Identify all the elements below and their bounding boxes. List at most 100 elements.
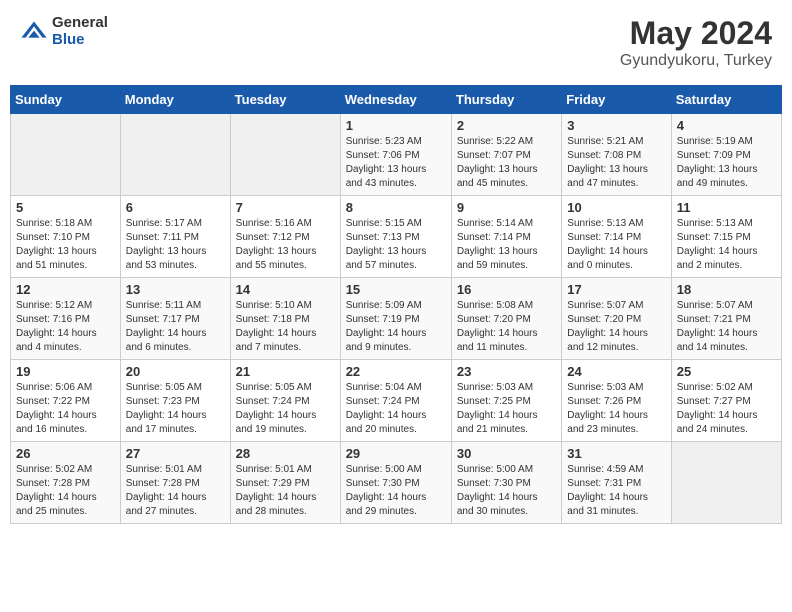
weekday-header-tuesday: Tuesday bbox=[230, 86, 340, 114]
calendar-week-row: 1 Sunrise: 5:23 AM Sunset: 7:06 PM Daylig… bbox=[11, 114, 782, 196]
calendar-cell: 16 Sunrise: 5:08 AM Sunset: 7:20 PM Dayli… bbox=[451, 278, 561, 360]
weekday-header-sunday: Sunday bbox=[11, 86, 121, 114]
day-info: Sunrise: 5:03 AM Sunset: 7:25 PM Dayligh… bbox=[457, 381, 556, 437]
calendar-cell: 26 Sunrise: 5:02 AM Sunset: 7:28 PM Dayli… bbox=[11, 442, 121, 524]
day-number: 26 bbox=[16, 446, 115, 461]
calendar-cell bbox=[230, 114, 340, 196]
day-info: Sunrise: 5:10 AM Sunset: 7:18 PM Dayligh… bbox=[236, 299, 335, 355]
calendar-cell: 1 Sunrise: 5:23 AM Sunset: 7:06 PM Daylig… bbox=[340, 114, 451, 196]
day-info: Sunrise: 5:23 AM Sunset: 7:06 PM Dayligh… bbox=[346, 135, 446, 191]
logo-icon bbox=[20, 18, 48, 46]
calendar-cell: 17Sunrise: 5:07 AM Sunset: 7:20 PM Dayli… bbox=[562, 278, 671, 360]
calendar-cell: 30Sunrise: 5:00 AM Sunset: 7:30 PM Dayli… bbox=[451, 442, 561, 524]
day-number: 22 bbox=[346, 364, 446, 379]
day-info: Sunrise: 5:00 AM Sunset: 7:30 PM Dayligh… bbox=[457, 463, 556, 519]
day-number: 13 bbox=[126, 282, 225, 297]
calendar-cell bbox=[11, 114, 121, 196]
calendar-cell: 22 Sunrise: 5:04 AM Sunset: 7:24 PM Dayli… bbox=[340, 360, 451, 442]
day-info: Sunrise: 5:12 AM Sunset: 7:16 PM Dayligh… bbox=[16, 299, 115, 355]
logo-text: General Blue bbox=[52, 15, 108, 48]
day-info: Sunrise: 5:01 AM Sunset: 7:29 PM Dayligh… bbox=[236, 463, 335, 519]
calendar-title: May 2024 bbox=[620, 15, 772, 52]
calendar-week-row: 19 Sunrise: 5:06 AM Sunset: 7:22 PM Dayli… bbox=[11, 360, 782, 442]
day-info: Sunrise: 5:21 AM Sunset: 7:08 PM Dayligh… bbox=[567, 135, 665, 191]
calendar-cell bbox=[120, 114, 230, 196]
day-number: 3 bbox=[567, 118, 665, 133]
day-info: Sunrise: 5:01 AM Sunset: 7:28 PM Dayligh… bbox=[126, 463, 225, 519]
day-info: Sunrise: 5:00 AM Sunset: 7:30 PM Dayligh… bbox=[346, 463, 446, 519]
day-number: 24 bbox=[567, 364, 665, 379]
day-number: 5 bbox=[16, 200, 115, 215]
day-info: Sunrise: 5:05 AM Sunset: 7:24 PM Dayligh… bbox=[236, 381, 335, 437]
day-info: Sunrise: 5:22 AM Sunset: 7:07 PM Dayligh… bbox=[457, 135, 556, 191]
calendar-cell: 19 Sunrise: 5:06 AM Sunset: 7:22 PM Dayli… bbox=[11, 360, 121, 442]
day-info: Sunrise: 5:06 AM Sunset: 7:22 PM Dayligh… bbox=[16, 381, 115, 437]
day-number: 1 bbox=[346, 118, 446, 133]
day-info: Sunrise: 5:07 AM Sunset: 7:21 PM Dayligh… bbox=[677, 299, 776, 355]
weekday-header-thursday: Thursday bbox=[451, 86, 561, 114]
calendar-cell: 21 Sunrise: 5:05 AM Sunset: 7:24 PM Dayli… bbox=[230, 360, 340, 442]
day-info: Sunrise: 5:15 AM Sunset: 7:13 PM Dayligh… bbox=[346, 217, 446, 273]
day-number: 2 bbox=[457, 118, 556, 133]
calendar-cell: 24 Sunrise: 5:03 AM Sunset: 7:26 PM Dayli… bbox=[562, 360, 671, 442]
calendar-cell: 10Sunrise: 5:13 AM Sunset: 7:14 PM Dayli… bbox=[562, 196, 671, 278]
day-info: Sunrise: 5:09 AM Sunset: 7:19 PM Dayligh… bbox=[346, 299, 446, 355]
weekday-header-monday: Monday bbox=[120, 86, 230, 114]
header: General Blue May 2024 Gyundyukoru, Turke… bbox=[10, 10, 782, 75]
day-number: 12 bbox=[16, 282, 115, 297]
day-number: 14 bbox=[236, 282, 335, 297]
day-number: 9 bbox=[457, 200, 556, 215]
day-info: Sunrise: 5:02 AM Sunset: 7:28 PM Dayligh… bbox=[16, 463, 115, 519]
day-info: Sunrise: 5:08 AM Sunset: 7:20 PM Dayligh… bbox=[457, 299, 556, 355]
day-info: Sunrise: 5:16 AM Sunset: 7:12 PM Dayligh… bbox=[236, 217, 335, 273]
day-number: 10 bbox=[567, 200, 665, 215]
calendar-cell: 27 Sunrise: 5:01 AM Sunset: 7:28 PM Dayli… bbox=[120, 442, 230, 524]
day-number: 4 bbox=[677, 118, 776, 133]
day-number: 29 bbox=[346, 446, 446, 461]
day-number: 8 bbox=[346, 200, 446, 215]
day-number: 27 bbox=[126, 446, 225, 461]
day-info: Sunrise: 5:17 AM Sunset: 7:11 PM Dayligh… bbox=[126, 217, 225, 273]
calendar-week-row: 5 Sunrise: 5:18 AM Sunset: 7:10 PM Daylig… bbox=[11, 196, 782, 278]
day-number: 19 bbox=[16, 364, 115, 379]
logo-general-text: General bbox=[52, 15, 108, 32]
day-number: 20 bbox=[126, 364, 225, 379]
day-info: Sunrise: 5:18 AM Sunset: 7:10 PM Dayligh… bbox=[16, 217, 115, 273]
day-info: Sunrise: 5:19 AM Sunset: 7:09 PM Dayligh… bbox=[677, 135, 776, 191]
weekday-header-wednesday: Wednesday bbox=[340, 86, 451, 114]
day-info: Sunrise: 5:05 AM Sunset: 7:23 PM Dayligh… bbox=[126, 381, 225, 437]
calendar-cell: 2 Sunrise: 5:22 AM Sunset: 7:07 PM Daylig… bbox=[451, 114, 561, 196]
calendar-cell: 5 Sunrise: 5:18 AM Sunset: 7:10 PM Daylig… bbox=[11, 196, 121, 278]
calendar-cell: 9Sunrise: 5:14 AM Sunset: 7:14 PM Daylig… bbox=[451, 196, 561, 278]
calendar-cell: 7 Sunrise: 5:16 AM Sunset: 7:12 PM Daylig… bbox=[230, 196, 340, 278]
day-number: 6 bbox=[126, 200, 225, 215]
calendar-cell: 20 Sunrise: 5:05 AM Sunset: 7:23 PM Dayli… bbox=[120, 360, 230, 442]
day-number: 21 bbox=[236, 364, 335, 379]
calendar-table: SundayMondayTuesdayWednesdayThursdayFrid… bbox=[10, 85, 782, 524]
day-info: Sunrise: 5:03 AM Sunset: 7:26 PM Dayligh… bbox=[567, 381, 665, 437]
day-info: Sunrise: 4:59 AM Sunset: 7:31 PM Dayligh… bbox=[567, 463, 665, 519]
calendar-subtitle: Gyundyukoru, Turkey bbox=[620, 52, 772, 70]
calendar-week-row: 26 Sunrise: 5:02 AM Sunset: 7:28 PM Dayli… bbox=[11, 442, 782, 524]
day-info: Sunrise: 5:04 AM Sunset: 7:24 PM Dayligh… bbox=[346, 381, 446, 437]
calendar-cell: 3 Sunrise: 5:21 AM Sunset: 7:08 PM Daylig… bbox=[562, 114, 671, 196]
weekday-header-friday: Friday bbox=[562, 86, 671, 114]
calendar-cell bbox=[671, 442, 781, 524]
calendar-cell: 4 Sunrise: 5:19 AM Sunset: 7:09 PM Daylig… bbox=[671, 114, 781, 196]
day-number: 17 bbox=[567, 282, 665, 297]
calendar-cell: 31 Sunrise: 4:59 AM Sunset: 7:31 PM Dayli… bbox=[562, 442, 671, 524]
logo: General Blue bbox=[20, 15, 108, 48]
day-number: 11 bbox=[677, 200, 776, 215]
calendar-cell: 14 Sunrise: 5:10 AM Sunset: 7:18 PM Dayli… bbox=[230, 278, 340, 360]
calendar-cell: 23Sunrise: 5:03 AM Sunset: 7:25 PM Dayli… bbox=[451, 360, 561, 442]
day-info: Sunrise: 5:13 AM Sunset: 7:15 PM Dayligh… bbox=[677, 217, 776, 273]
logo-blue-text: Blue bbox=[52, 32, 108, 49]
day-number: 25 bbox=[677, 364, 776, 379]
day-number: 31 bbox=[567, 446, 665, 461]
day-number: 16 bbox=[457, 282, 556, 297]
day-number: 15 bbox=[346, 282, 446, 297]
calendar-cell: 12 Sunrise: 5:12 AM Sunset: 7:16 PM Dayli… bbox=[11, 278, 121, 360]
day-number: 28 bbox=[236, 446, 335, 461]
day-number: 7 bbox=[236, 200, 335, 215]
weekday-header-row: SundayMondayTuesdayWednesdayThursdayFrid… bbox=[11, 86, 782, 114]
